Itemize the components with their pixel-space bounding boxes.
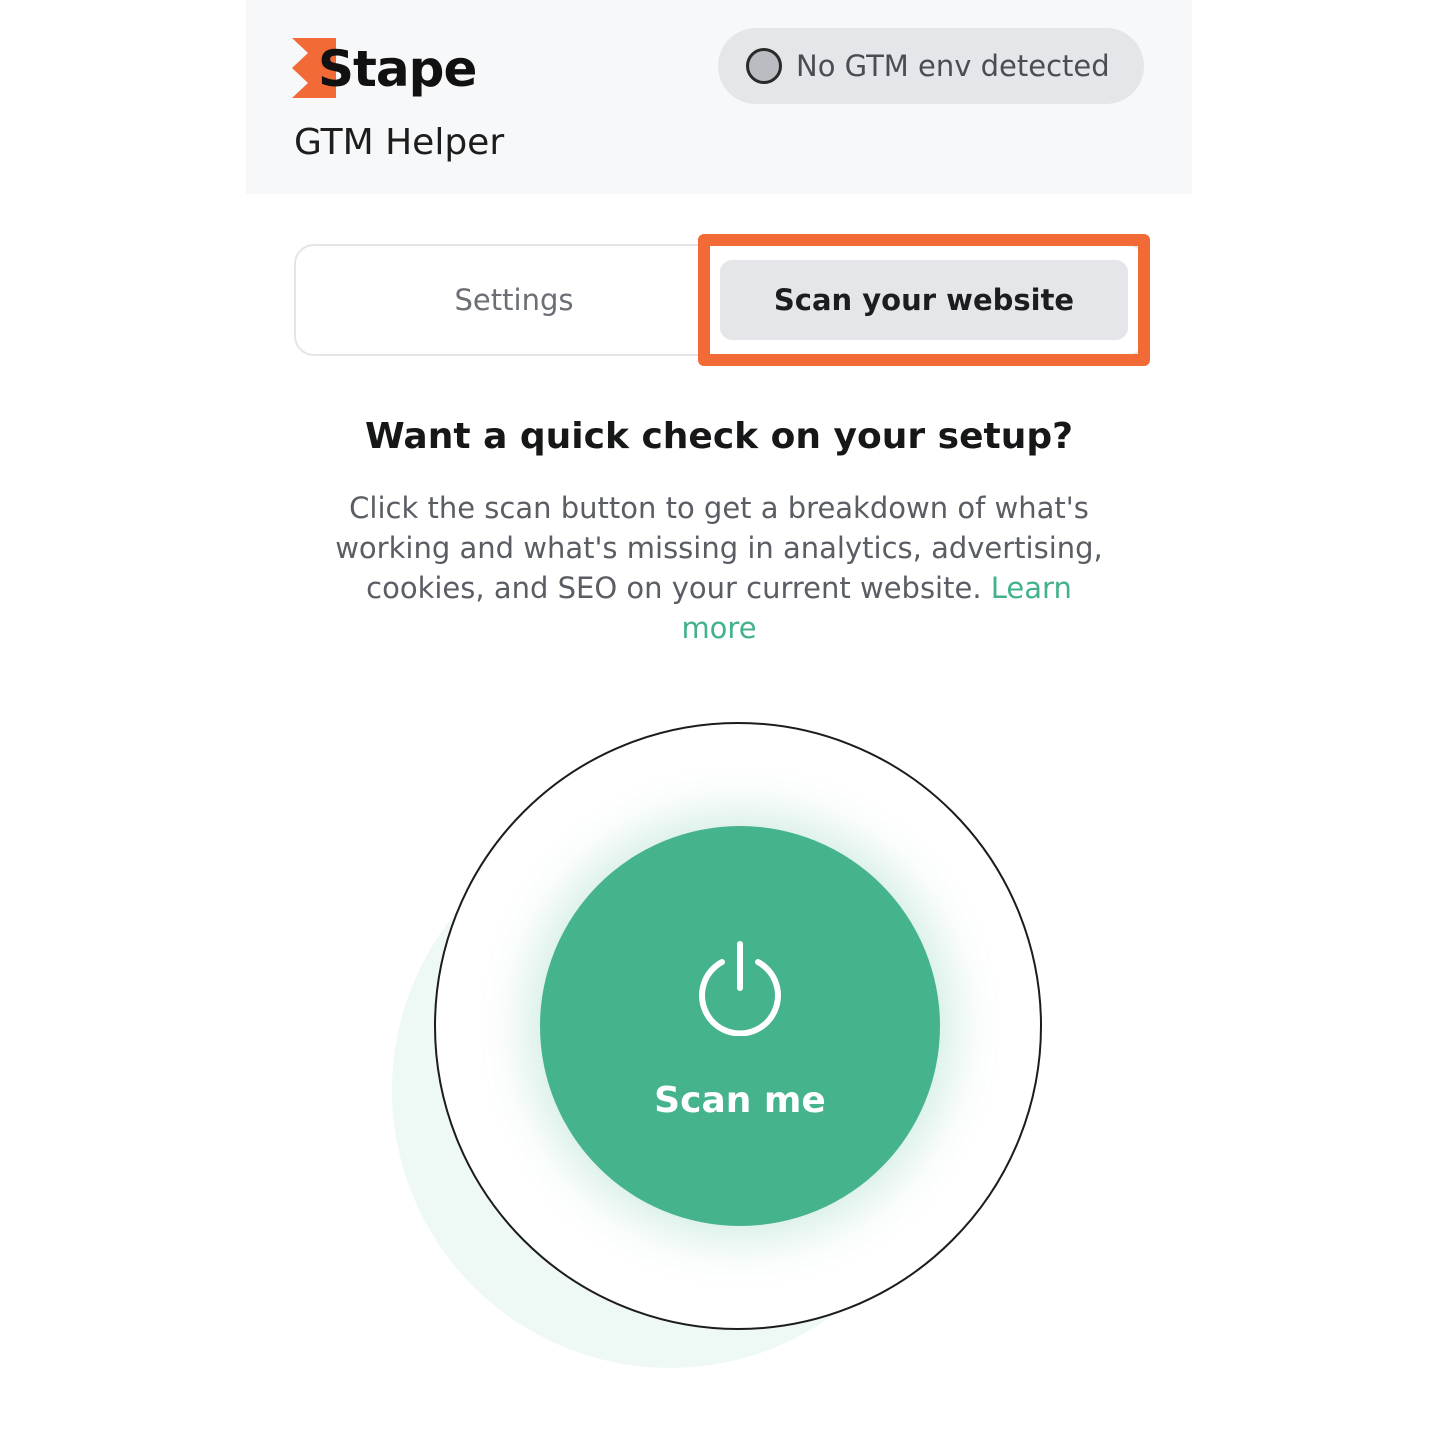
scan-button-label: Scan me	[654, 1080, 826, 1121]
brand-name: Stape	[318, 40, 477, 98]
env-status-badge: No GTM env detected	[718, 28, 1144, 104]
power-icon	[699, 941, 781, 1036]
tab-scan-website[interactable]: Scan your website	[720, 260, 1128, 340]
scan-button[interactable]: Scan me	[540, 826, 940, 1226]
page-headline: Want a quick check on your setup?	[364, 416, 1073, 457]
product-name: GTM Helper	[294, 122, 505, 163]
helper-panel: Stape GTM Helper No GTM env detected Set…	[246, 0, 1192, 1440]
description-text: Click the scan button to get a breakdown…	[335, 491, 1103, 605]
tab-bar: Settings Scan your website	[294, 244, 1148, 356]
scan-area: Scan me	[392, 720, 1042, 1380]
tab-settings[interactable]: Settings	[310, 260, 718, 340]
env-status-text: No GTM env detected	[796, 49, 1110, 83]
header: Stape GTM Helper No GTM env detected	[246, 0, 1192, 194]
page-description: Click the scan button to get a breakdown…	[334, 488, 1104, 648]
stape-logo: Stape	[292, 36, 477, 102]
status-dot-icon	[746, 48, 782, 84]
